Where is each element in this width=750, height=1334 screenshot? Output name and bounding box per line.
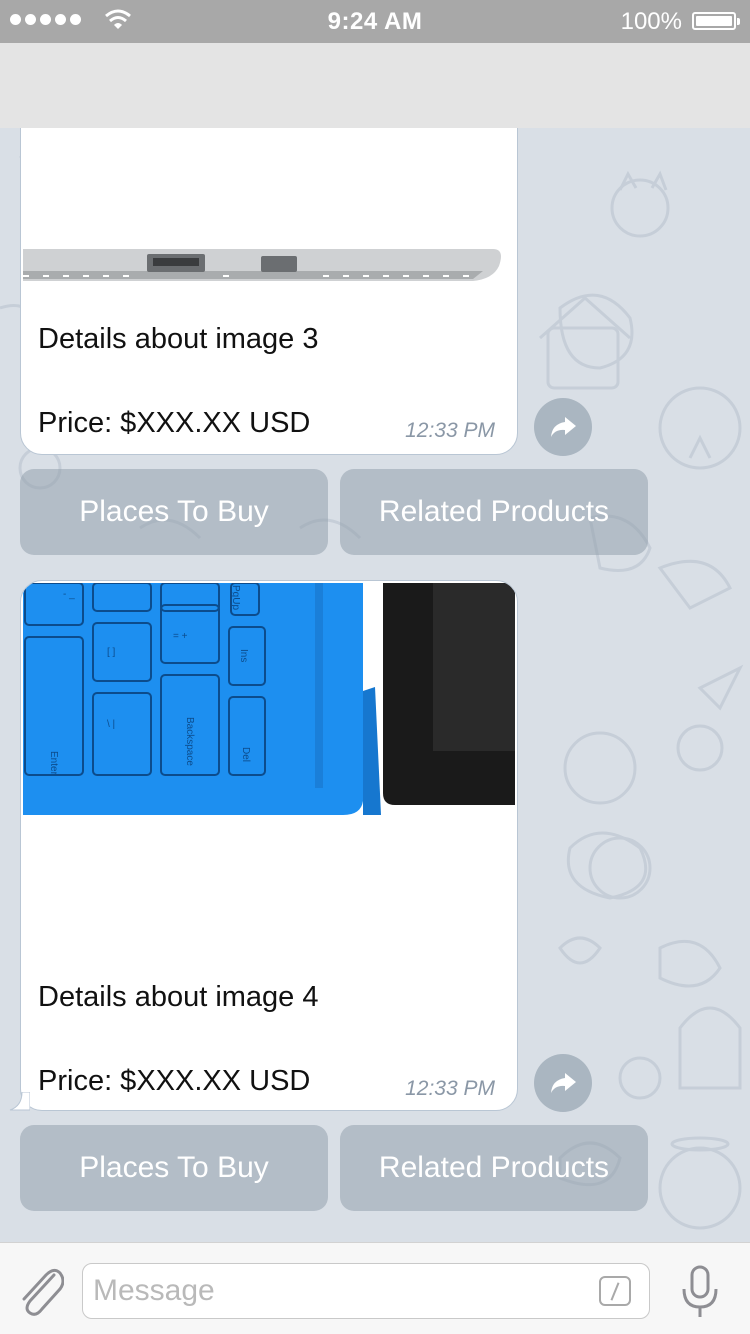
- share-arrow-icon: [551, 417, 576, 437]
- svg-text:Enter: Enter: [48, 751, 59, 776]
- places-to-buy-button[interactable]: Places To Buy: [20, 1125, 328, 1211]
- svg-text:Backspace: Backspace: [184, 717, 195, 766]
- slash-command-icon[interactable]: [599, 1276, 631, 1306]
- message-price: Price: $XXX.XX USD: [38, 1065, 311, 1097]
- svg-text:\ |: \ |: [107, 719, 115, 730]
- message-placeholder: Message: [93, 1274, 215, 1307]
- svg-text:[ ]: [ ]: [107, 647, 116, 658]
- message-bubble: Details about image 3 Price: $XXX.XX USD…: [20, 128, 518, 455]
- message-bubble: Enter Backspace Del Ins PgUp = + [ ] \ |…: [20, 580, 518, 1111]
- message-details: Details about image 4: [38, 981, 319, 1013]
- message-input[interactable]: Message: [82, 1263, 650, 1319]
- svg-text:Ins: Ins: [238, 649, 249, 662]
- message-time: 12:33 PM: [405, 419, 495, 442]
- svg-text:- _: - _: [63, 589, 75, 600]
- related-products-button[interactable]: Related Products: [340, 469, 648, 555]
- microphone-icon[interactable]: [680, 1263, 720, 1319]
- message-time: 12:33 PM: [405, 1077, 495, 1100]
- message-price: Price: $XXX.XX USD: [38, 407, 311, 439]
- svg-text:PgUp: PgUp: [230, 585, 241, 610]
- paperclip-icon[interactable]: [16, 1265, 64, 1317]
- message-composer: Message: [0, 1242, 750, 1334]
- related-products-button[interactable]: Related Products: [340, 1125, 648, 1211]
- share-button[interactable]: [534, 398, 592, 456]
- svg-text:= +: = +: [173, 631, 188, 642]
- blue-keyboard-cover-image: Enter Backspace Del Ins PgUp = + [ ] \ |…: [23, 583, 515, 815]
- share-arrow-icon: [551, 1073, 576, 1093]
- battery-percentage: 100%: [620, 8, 682, 35]
- laptop-ports-image: [23, 128, 515, 291]
- share-button[interactable]: [534, 1054, 592, 1112]
- navigation-bar: [0, 43, 750, 128]
- message-details: Details about image 3: [38, 323, 319, 355]
- chat-area[interactable]: Details about image 3 Price: $XXX.XX USD…: [0, 128, 750, 1242]
- places-to-buy-button[interactable]: Places To Buy: [20, 469, 328, 555]
- bubble-tail: [9, 1092, 30, 1111]
- battery-icon: [692, 12, 740, 30]
- svg-text:Del: Del: [240, 747, 251, 762]
- status-bar: 9:24 AM 100%: [0, 0, 750, 43]
